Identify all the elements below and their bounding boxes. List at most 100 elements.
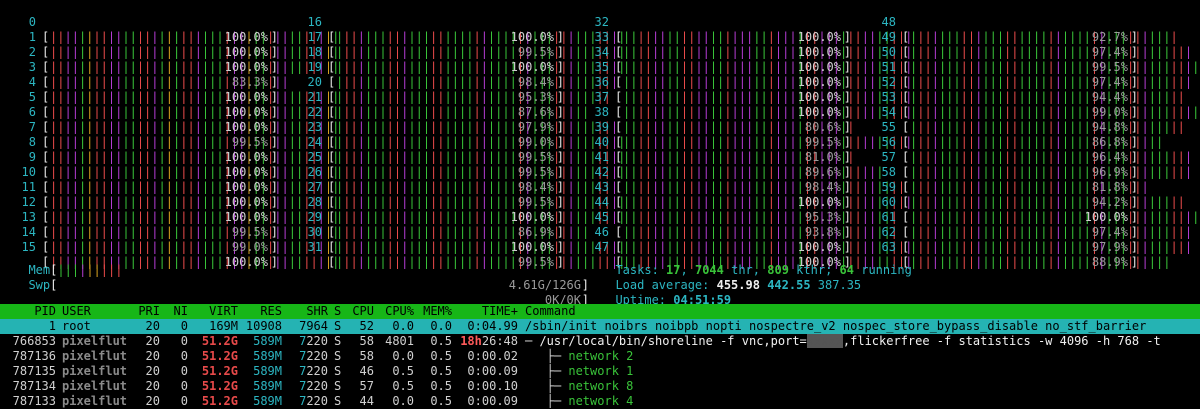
cpu-meter-26: 26[|||||||||||||||||||||||||||||||||||||…	[300, 165, 619, 194]
col-mem-percent[interactable]: MEM%	[416, 304, 452, 318]
cpu-id: 6	[28, 105, 36, 119]
cpu-id: 38	[594, 105, 609, 119]
shr: 7220	[299, 364, 328, 378]
cpu-meter-12: 12[|||||||||||||||||||||||||||||||||||||…	[14, 195, 340, 224]
command: ─ /usr/local/bin/shoreline -f vnc,port=x…	[525, 334, 1161, 348]
cpu-meter-55: 55[||||||||||||||||||||||||||||||||||| 86…	[874, 120, 1164, 149]
shr: 7220	[299, 334, 328, 348]
process-row[interactable]: 787133 pixelflut 20 0 51.2G 589M 7220 S 44 0.0 0.5…	[0, 394, 1200, 409]
cpu-id: 46	[594, 225, 609, 239]
shr: 7220	[299, 394, 328, 408]
cpu-id: 13	[21, 210, 36, 224]
cpu-id: 44	[359, 394, 374, 408]
time: 0:00.02	[467, 349, 518, 363]
cpu-meter-46: 46[|||||||||||||||||||||||||||||||||||||…	[587, 225, 913, 254]
col-command[interactable]: Command	[525, 304, 576, 318]
col-shr[interactable]: SHR	[284, 304, 328, 318]
cpu-id: 58	[359, 349, 374, 363]
cpu-meter-23: 23[|||||||||||||||||||||||||||||||||||||…	[300, 120, 626, 149]
cpu-meter-44: 44[|||||||||||||||||||||||||||||||||||||…	[587, 195, 898, 224]
virt: 51.2G	[201, 349, 238, 363]
col-pri[interactable]: PRI	[130, 304, 160, 318]
cpu-meter-4: 4[||||||||||||||||||||||||||||||||||||||…	[14, 75, 340, 104]
col-virt[interactable]: VIRT	[192, 304, 238, 318]
nice: 0	[180, 319, 188, 333]
cpu-percent: 88.9%	[1091, 255, 1128, 269]
cpu-meter-61: 61[|||||||||||||||||||||||||||||||||||||…	[874, 210, 1193, 239]
mem-percent: 0.5	[430, 379, 452, 393]
cpu-id: 24	[307, 135, 322, 149]
col-cpu[interactable]: CPU	[346, 304, 374, 318]
command: /sbin/init noibrs noibpb nopti nospectre…	[525, 319, 1147, 333]
state: S	[334, 334, 342, 348]
cpu-meter-56: 56[|||||||||||||||||||||||||||||||||||||…	[874, 135, 1193, 164]
mem-meter: Mem[||||||||| 4.61G/126G]	[28, 263, 589, 292]
shr: 7220	[299, 349, 328, 363]
bracket-close: ]	[1130, 255, 1138, 269]
user: pixelflut	[62, 364, 128, 378]
priority: 20	[145, 349, 160, 363]
cpu-id: 11	[21, 180, 36, 194]
process-table-header[interactable]: PID USER PRI NI VIRT RES SHR S CPU CPU% …	[0, 304, 1200, 319]
cpu-id: 46	[359, 364, 374, 378]
cpu-meter-58: 58[||||||||||||||||||||||||||||||||| 81.8…	[874, 165, 1149, 194]
res: 10908	[245, 319, 282, 333]
cpu-meter-10: 10[|||||||||||||||||||||||||||||||||||||…	[14, 165, 340, 194]
col-ni[interactable]: NI	[164, 304, 188, 318]
cpu-meter-36: 36[|||||||||||||||||||||||||||||||||||||…	[587, 75, 913, 104]
process-row[interactable]: 787136 pixelflut 20 0 51.2G 589M 7220 S 58 0.0 0.5…	[0, 349, 1200, 364]
tree-branch: ─	[525, 334, 540, 348]
cpu-id: 12	[21, 195, 36, 209]
cpu-id: 42	[594, 165, 609, 179]
virt: 51.2G	[201, 379, 238, 393]
col-cpu-percent[interactable]: CPU%	[376, 304, 414, 318]
command: ├─ network 1	[525, 364, 634, 378]
cpu-id: 49	[881, 30, 896, 44]
process-row[interactable]: 766853 pixelflut 20 0 51.2G 589M 7220 S 58 4801 0.…	[0, 334, 1200, 349]
cpu-id: 60	[881, 195, 896, 209]
cpu-id: 0	[28, 15, 36, 29]
cpu-meter-38: 38[|||||||||||||||||||||||||||||||| 80.6%…	[587, 105, 857, 134]
virt: 51.2G	[201, 364, 238, 378]
cpu-meter-48: 48[|||||||||||||||||||||||||||||||||||||…	[874, 15, 1178, 44]
priority: 20	[145, 319, 160, 333]
col-time[interactable]: TIME+	[454, 304, 518, 318]
cpu-meter-29: 29[||||||||||||||||||||||||||||||||||| 86…	[300, 210, 590, 239]
cpu-id: 3	[28, 60, 36, 74]
cpu-meter-1: 1[||||||||||||||||||||||||||||||||||||||…	[14, 30, 340, 59]
cpu-percent: 0.5	[392, 379, 414, 393]
cpu-meter-27: 27[|||||||||||||||||||||||||||||||||||||…	[300, 180, 626, 209]
cpu-id: 30	[307, 225, 322, 239]
cpu-column-2: 16[|||||||||||||||||||||||||||||||||||||…	[300, 15, 626, 269]
state: S	[334, 349, 342, 363]
col-pid[interactable]: PID	[0, 304, 56, 318]
process-row[interactable]: 787135 pixelflut 20 0 51.2G 589M 7220 S 46 0.5 0.5…	[0, 364, 1200, 379]
cpu-id: 40	[594, 135, 609, 149]
time: 0:04.99	[467, 319, 518, 333]
col-state[interactable]: S	[334, 304, 341, 318]
cpu-meter-53: 53[|||||||||||||||||||||||||||||||||||||…	[874, 90, 1200, 119]
cpu-id: 21	[307, 90, 322, 104]
load-5min: 442.55	[767, 278, 811, 292]
time: 0:00.10	[467, 379, 518, 393]
nice: 0	[180, 349, 188, 363]
cpu-meter-51: 51[|||||||||||||||||||||||||||||||||||||…	[874, 60, 1193, 89]
cpu-meter-6: 6[||||||||||||||||||||||||||||||||||||||…	[14, 105, 340, 134]
cpu-id: 44	[594, 195, 609, 209]
cpu-column-1: 0[||||||||||||||||||||||||||||||||||||||…	[14, 15, 340, 269]
nice: 0	[180, 394, 188, 408]
cpu-id: 52	[359, 319, 374, 333]
state: S	[334, 364, 342, 378]
cpu-meter-59: 59[|||||||||||||||||||||||||||||||||||||…	[874, 180, 1185, 209]
cpu-meter-52: 52[|||||||||||||||||||||||||||||||||||||…	[874, 75, 1185, 104]
cpu-id: 7	[28, 120, 36, 134]
cpu-meter-37: 37[|||||||||||||||||||||||||||||||||||||…	[587, 90, 913, 119]
col-user[interactable]: USER	[62, 304, 91, 318]
process-row[interactable]: 1 root 20 0 169M 10908 7964 S 52 0.0 0.0 0:04.99/sb…	[0, 319, 1200, 334]
col-res[interactable]: RES	[240, 304, 282, 318]
process-row[interactable]: 787134 pixelflut 20 0 51.2G 589M 7220 S 57 0.5 0.5…	[0, 379, 1200, 394]
shr: 7220	[299, 379, 328, 393]
cpu-meter-24: 24[|||||||||||||||||||||||||||||||||||||…	[300, 135, 626, 164]
cpu-id: 58	[359, 334, 374, 348]
cpu-percent: 0.0	[392, 319, 414, 333]
